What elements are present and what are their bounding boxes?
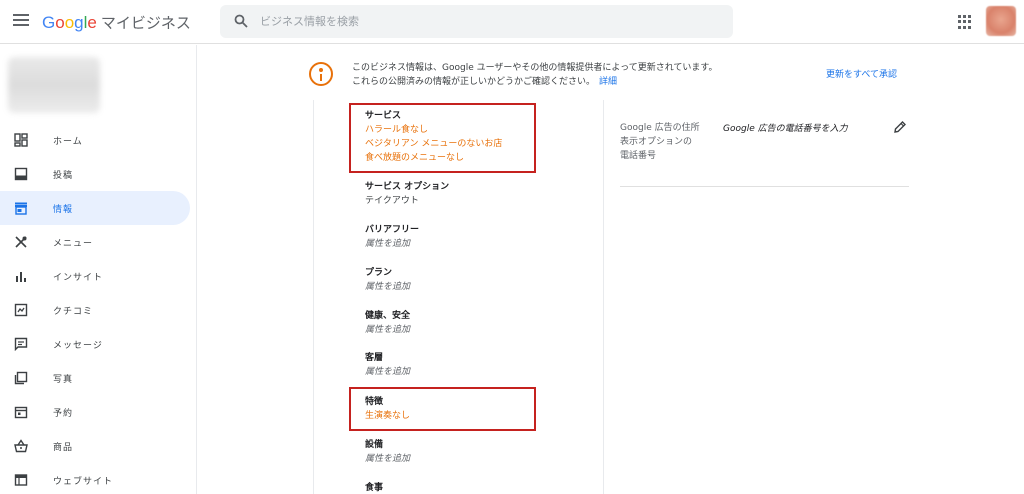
attribute-title: サービス オプション: [365, 182, 450, 192]
info-warning-icon: [309, 62, 333, 86]
ads-phone-label: Google 広告の住所 表示オプションの 電話番号: [620, 121, 710, 163]
search-icon: [234, 14, 248, 28]
attribute-section-health-safety[interactable]: 健康、安全 属性を追加: [365, 310, 410, 337]
basket-icon: [14, 439, 28, 453]
sidebar-item-insights[interactable]: インサイト: [0, 259, 197, 293]
sidebar-item-messages[interactable]: メッセージ: [0, 327, 197, 361]
search-input[interactable]: [260, 11, 720, 31]
apps-grid-icon[interactable]: [958, 15, 972, 29]
add-attribute-link[interactable]: 属性を追加: [365, 237, 419, 251]
top-app-bar: Google マイビジネス: [0, 0, 1024, 44]
column-divider-left: [313, 100, 314, 494]
attribute-title: 健康、安全: [365, 311, 411, 321]
notice-line-2: これらの公開済みの情報が正しいかどうかご確認ください。: [352, 77, 596, 87]
ads-phone-label-line: 電話番号: [620, 151, 657, 161]
sidebar-item-products[interactable]: 商品: [0, 429, 197, 463]
attribute-title: 設備: [365, 440, 384, 450]
photos-icon: [14, 371, 28, 385]
sidebar-item-label: 写真: [53, 375, 74, 385]
attribute-title: プラン: [365, 268, 393, 278]
attribute-section-service-options[interactable]: サービス オプション テイクアウト: [365, 181, 449, 208]
search-box[interactable]: [220, 5, 733, 38]
website-icon: [14, 474, 28, 486]
attribute-section-plans[interactable]: プラン 属性を追加: [365, 267, 410, 294]
attribute-title: 食事: [365, 483, 384, 493]
attribute-title: バリアフリー: [365, 225, 420, 235]
column-divider-middle: [603, 100, 604, 494]
sidebar-item-label: 情報: [53, 205, 74, 215]
sidebar-item-label: メッセージ: [53, 341, 103, 351]
sidebar-nav: ホーム 投稿 情報 メニュー インサイト クチコミ メッセージ 写真 予約 商品…: [0, 123, 197, 494]
posts-icon: [14, 167, 28, 181]
sidebar-item-photos[interactable]: 写真: [0, 361, 197, 395]
message-icon: [14, 337, 28, 351]
add-attribute-link[interactable]: 属性を追加: [365, 452, 410, 466]
approve-all-updates-button[interactable]: 更新をすべて承認: [826, 67, 897, 80]
home-grid-icon: [14, 133, 28, 147]
product-name: マイビジネス: [100, 14, 191, 32]
sidebar-item-reviews[interactable]: クチコミ: [0, 293, 197, 327]
attribute-title: 客層: [365, 353, 384, 363]
calendar-icon: [14, 406, 28, 419]
sidebar-item-label: 予約: [53, 409, 74, 419]
notice-line-1: このビジネス情報は、Google ユーザーやその他の情報提供者によって更新されて…: [352, 63, 718, 73]
utensils-icon: [15, 236, 27, 248]
update-notice: このビジネス情報は、Google ユーザーやその他の情報提供者によって更新されて…: [352, 61, 718, 89]
highlight-box-services: [349, 103, 536, 173]
highlight-box-highlights: [349, 387, 536, 431]
hamburger-menu-icon[interactable]: [13, 14, 29, 28]
logo[interactable]: Google マイビジネス: [42, 12, 191, 33]
reviews-icon: [14, 303, 28, 317]
business-name-blurred: [8, 57, 100, 113]
sidebar-item-label: クチコミ: [53, 307, 94, 317]
ads-phone-label-line: 表示オプションの: [620, 137, 693, 147]
details-link[interactable]: 詳細: [599, 77, 617, 87]
attribute-section-amenities[interactable]: 設備 属性を追加: [365, 439, 410, 466]
sidebar-item-info[interactable]: 情報: [0, 191, 190, 225]
sidebar-item-label: 投稿: [53, 171, 74, 181]
add-attribute-link[interactable]: 属性を追加: [365, 323, 410, 337]
sidebar-item-posts[interactable]: 投稿: [0, 157, 197, 191]
attribute-value: テイクアウト: [365, 196, 419, 206]
sidebar-item-label: メニュー: [53, 239, 94, 249]
ads-phone-label-line: Google 広告の住所: [620, 123, 700, 133]
sidebar-item-home[interactable]: ホーム: [0, 123, 197, 157]
bar-chart-icon: [16, 272, 26, 282]
right-panel-divider: [620, 186, 909, 187]
attribute-section-crowd[interactable]: 客層 属性を追加: [365, 352, 410, 379]
sidebar-item-label: インサイト: [53, 273, 104, 283]
attribute-section-dining[interactable]: 食事: [365, 482, 383, 494]
add-attribute-link[interactable]: 属性を追加: [365, 365, 410, 379]
sidebar-item-bookings[interactable]: 予約: [0, 395, 197, 429]
sidebar: ホーム 投稿 情報 メニュー インサイト クチコミ メッセージ 写真 予約 商品…: [0, 45, 197, 494]
pencil-edit-icon[interactable]: [893, 120, 907, 134]
sidebar-item-menu[interactable]: メニュー: [0, 225, 197, 259]
storefront-icon: [15, 202, 27, 215]
sidebar-item-label: 商品: [53, 443, 74, 453]
sidebar-item-label: ウェブサイト: [53, 477, 114, 487]
attribute-section-accessibility[interactable]: バリアフリー 属性を追加: [365, 224, 419, 251]
ads-phone-value[interactable]: Google 広告の電話番号を入力: [723, 121, 848, 134]
sidebar-item-label: ホーム: [53, 137, 83, 147]
account-avatar[interactable]: [986, 6, 1016, 36]
sidebar-item-website[interactable]: ウェブサイト: [0, 463, 197, 494]
add-attribute-link[interactable]: 属性を追加: [365, 280, 410, 294]
